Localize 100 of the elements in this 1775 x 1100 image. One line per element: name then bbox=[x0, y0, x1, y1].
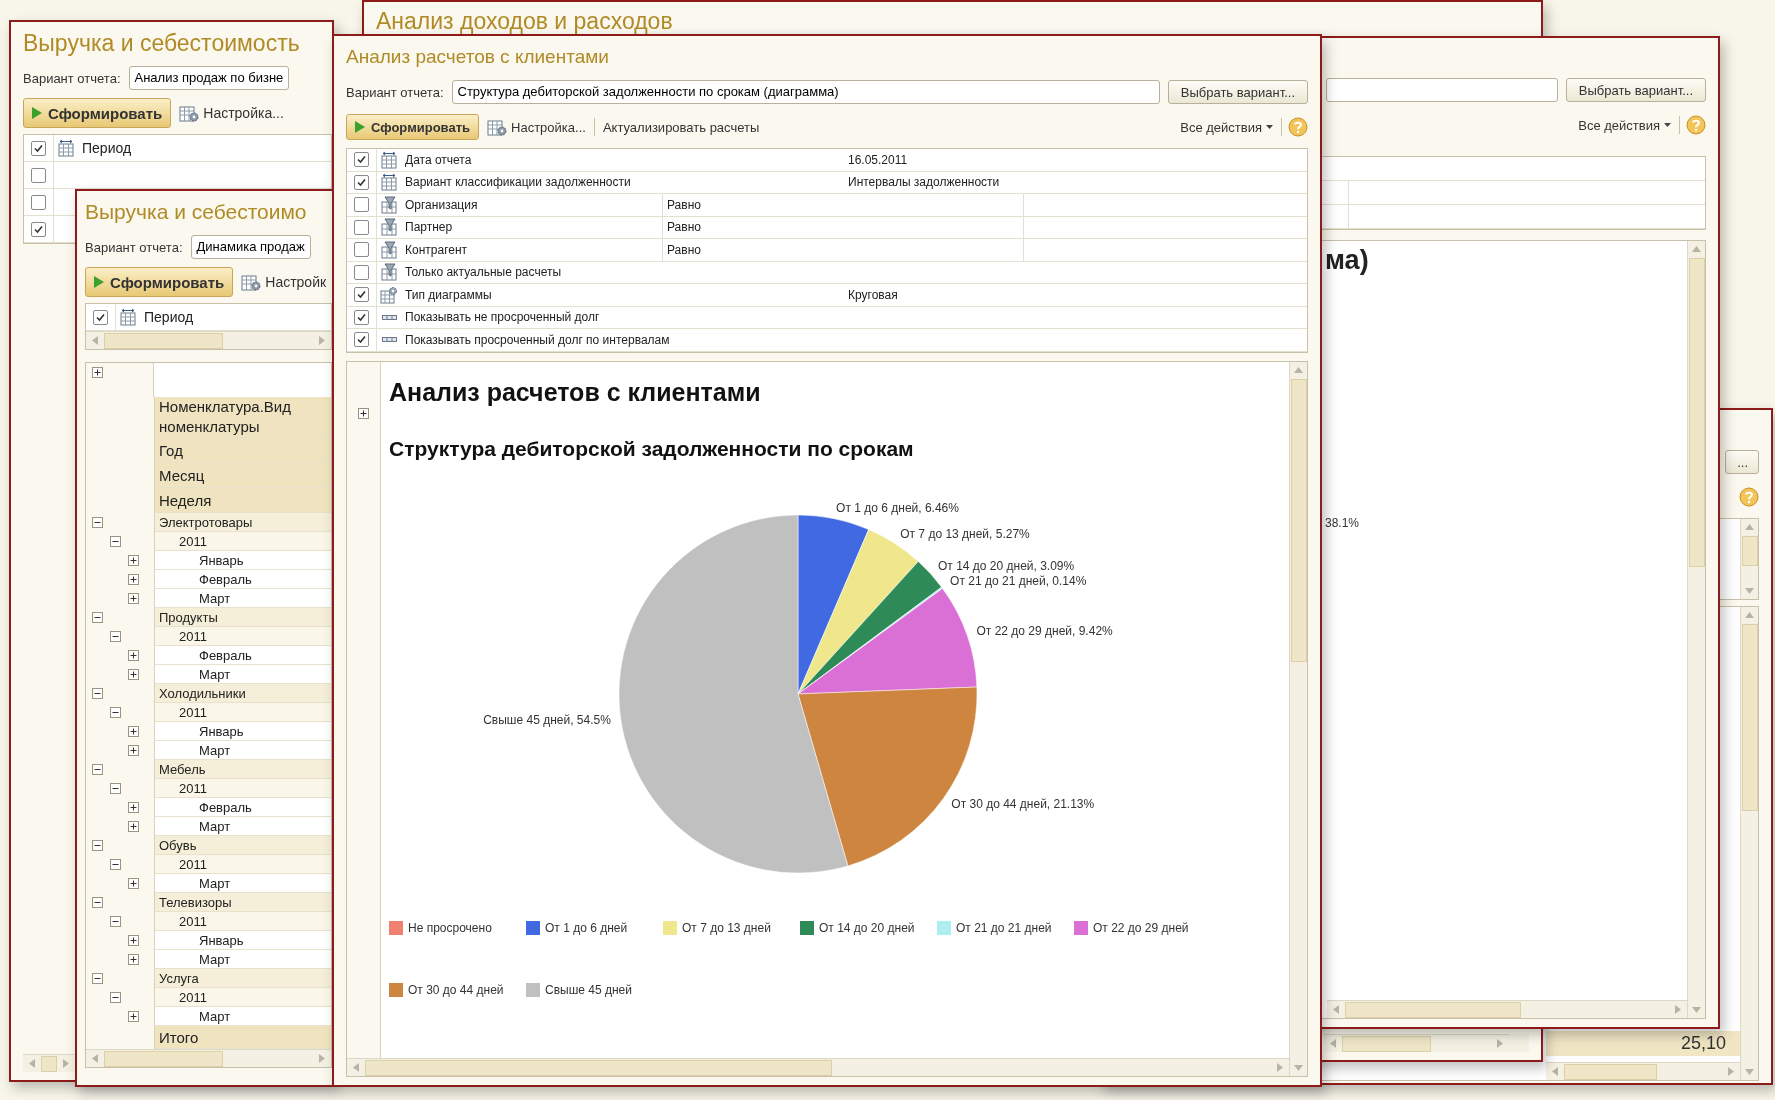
help-icon[interactable] bbox=[1739, 487, 1759, 507]
scrollbar-thumb[interactable] bbox=[1564, 1063, 1657, 1080]
tree-row-label[interactable]: Телевизоры bbox=[155, 893, 331, 912]
vertical-scrollbar[interactable] bbox=[1687, 241, 1705, 1018]
vertical-scrollbar[interactable] bbox=[1740, 607, 1758, 1080]
generate-button[interactable]: Сформировать bbox=[346, 114, 480, 140]
scrollbar-thumb[interactable] bbox=[1688, 258, 1705, 567]
collapse-icon[interactable] bbox=[110, 992, 121, 1003]
variant-field[interactable]: Динамика продаж bbox=[190, 235, 311, 259]
tree-row-label[interactable]: Электротовары bbox=[155, 513, 331, 532]
collapse-icon[interactable] bbox=[92, 973, 103, 984]
expand-icon[interactable] bbox=[128, 1011, 139, 1022]
tree-row-label[interactable]: 2011 bbox=[155, 627, 331, 646]
collapse-icon[interactable] bbox=[110, 783, 121, 794]
checkbox[interactable] bbox=[354, 219, 369, 235]
scrollbar-thumb[interactable] bbox=[104, 332, 223, 349]
checkbox[interactable] bbox=[354, 152, 369, 168]
scroll-left-icon[interactable] bbox=[1552, 1067, 1558, 1076]
scroll-left-icon[interactable] bbox=[92, 336, 98, 345]
scrollbar-thumb[interactable] bbox=[1345, 1001, 1521, 1018]
variant-field[interactable]: Анализ продаж по бизне bbox=[128, 66, 290, 90]
tree-row-label[interactable]: 2011 bbox=[155, 855, 331, 874]
horizontal-scrollbar[interactable] bbox=[347, 1058, 1289, 1076]
scroll-left-icon[interactable] bbox=[1330, 1039, 1336, 1048]
checkbox[interactable] bbox=[354, 242, 369, 258]
scroll-right-icon[interactable] bbox=[1728, 1067, 1734, 1076]
collapse-icon[interactable] bbox=[92, 688, 103, 699]
collapse-icon[interactable] bbox=[92, 840, 103, 851]
scroll-right-icon[interactable] bbox=[1277, 1063, 1283, 1072]
expand-icon[interactable] bbox=[128, 650, 139, 661]
expand-icon[interactable] bbox=[128, 821, 139, 832]
checkbox[interactable] bbox=[354, 287, 369, 303]
tree-row-label[interactable]: 2011 bbox=[155, 703, 331, 722]
help-icon[interactable] bbox=[1686, 115, 1706, 135]
scroll-down-icon[interactable] bbox=[1745, 1069, 1754, 1075]
generate-button[interactable]: Сформировать bbox=[85, 267, 234, 297]
tree-row-label[interactable]: Услуга bbox=[155, 969, 331, 988]
tree-row-label[interactable]: 2011 bbox=[155, 988, 331, 1007]
choose-variant-button[interactable]: Выбрать вариант... bbox=[1167, 80, 1308, 104]
scroll-up-icon[interactable] bbox=[1745, 524, 1754, 530]
expand-icon[interactable] bbox=[128, 593, 139, 604]
scroll-down-icon[interactable] bbox=[1294, 1065, 1303, 1071]
scrollbar-thumb[interactable] bbox=[365, 1059, 832, 1076]
checkbox[interactable] bbox=[354, 332, 369, 348]
variant-field[interactable]: Структура дебиторской задолженности по срокам (диаграмма) bbox=[451, 80, 1160, 104]
scroll-down-icon[interactable] bbox=[1692, 1007, 1701, 1013]
expand-icon[interactable] bbox=[128, 878, 139, 889]
checkbox[interactable] bbox=[354, 197, 369, 213]
collapse-icon[interactable] bbox=[110, 631, 121, 642]
scrollbar-thumb[interactable] bbox=[1290, 378, 1307, 663]
checkbox[interactable] bbox=[31, 140, 46, 156]
expand-icon[interactable] bbox=[128, 745, 139, 756]
checkbox[interactable] bbox=[354, 264, 369, 280]
horizontal-scrollbar[interactable] bbox=[1327, 1000, 1687, 1018]
tree-row-label[interactable]: Холодильники bbox=[155, 684, 331, 703]
scroll-left-icon[interactable] bbox=[353, 1063, 359, 1072]
scroll-left-icon[interactable] bbox=[1333, 1005, 1339, 1014]
expand-icon[interactable] bbox=[128, 669, 139, 680]
tree-row-label[interactable]: 2011 bbox=[155, 912, 331, 931]
scrollbar-thumb[interactable] bbox=[1342, 1035, 1431, 1052]
vertical-scrollbar[interactable] bbox=[1740, 519, 1758, 599]
tree-row-label[interactable]: Обувь bbox=[155, 836, 331, 855]
checkbox[interactable] bbox=[93, 309, 108, 325]
scroll-left-icon[interactable] bbox=[29, 1059, 35, 1068]
tree-row-label[interactable]: Мебель bbox=[155, 760, 331, 779]
collapse-icon[interactable] bbox=[110, 536, 121, 547]
choose-variant-button[interactable]: Выбрать вариант... bbox=[1565, 78, 1706, 102]
settings-button[interactable]: Настройк bbox=[239, 273, 329, 291]
horizontal-scrollbar[interactable] bbox=[86, 331, 331, 349]
scrollbar-thumb[interactable] bbox=[1741, 536, 1758, 566]
checkbox[interactable] bbox=[31, 194, 46, 210]
expand-icon[interactable] bbox=[92, 367, 103, 378]
collapse-icon[interactable] bbox=[110, 916, 121, 927]
expand-icon[interactable] bbox=[128, 954, 139, 965]
help-icon[interactable] bbox=[1288, 117, 1308, 137]
scroll-up-icon[interactable] bbox=[1294, 366, 1303, 373]
all-actions-button[interactable]: Все действия bbox=[1576, 117, 1673, 133]
choose-variant-button[interactable]: ... bbox=[1725, 450, 1759, 474]
scrollbar-thumb[interactable] bbox=[1741, 624, 1758, 812]
vertical-scrollbar[interactable] bbox=[1289, 361, 1307, 1076]
scroll-right-icon[interactable] bbox=[319, 1054, 325, 1063]
scrollbar-thumb[interactable] bbox=[41, 1055, 57, 1072]
collapse-icon[interactable] bbox=[92, 897, 103, 908]
generate-button[interactable]: Сформировать bbox=[23, 98, 172, 128]
tree-row-label[interactable]: Продукты bbox=[155, 608, 331, 627]
checkbox[interactable] bbox=[31, 221, 46, 237]
scroll-left-icon[interactable] bbox=[92, 1054, 98, 1063]
horizontal-scrollbar[interactable] bbox=[23, 1054, 75, 1072]
all-actions-button[interactable]: Все действия bbox=[1178, 119, 1275, 135]
horizontal-scrollbar[interactable] bbox=[1546, 1062, 1740, 1080]
scrollbar-thumb[interactable] bbox=[104, 1050, 223, 1067]
expand-icon[interactable] bbox=[128, 726, 139, 737]
collapse-icon[interactable] bbox=[92, 612, 103, 623]
expand-icon[interactable] bbox=[128, 935, 139, 946]
tree-row-label[interactable]: 2011 bbox=[155, 779, 331, 798]
expand-icon[interactable] bbox=[128, 802, 139, 813]
checkbox[interactable] bbox=[354, 309, 369, 325]
scroll-right-icon[interactable] bbox=[319, 336, 325, 345]
scroll-right-icon[interactable] bbox=[1675, 1005, 1681, 1014]
scroll-right-icon[interactable] bbox=[1497, 1039, 1503, 1048]
